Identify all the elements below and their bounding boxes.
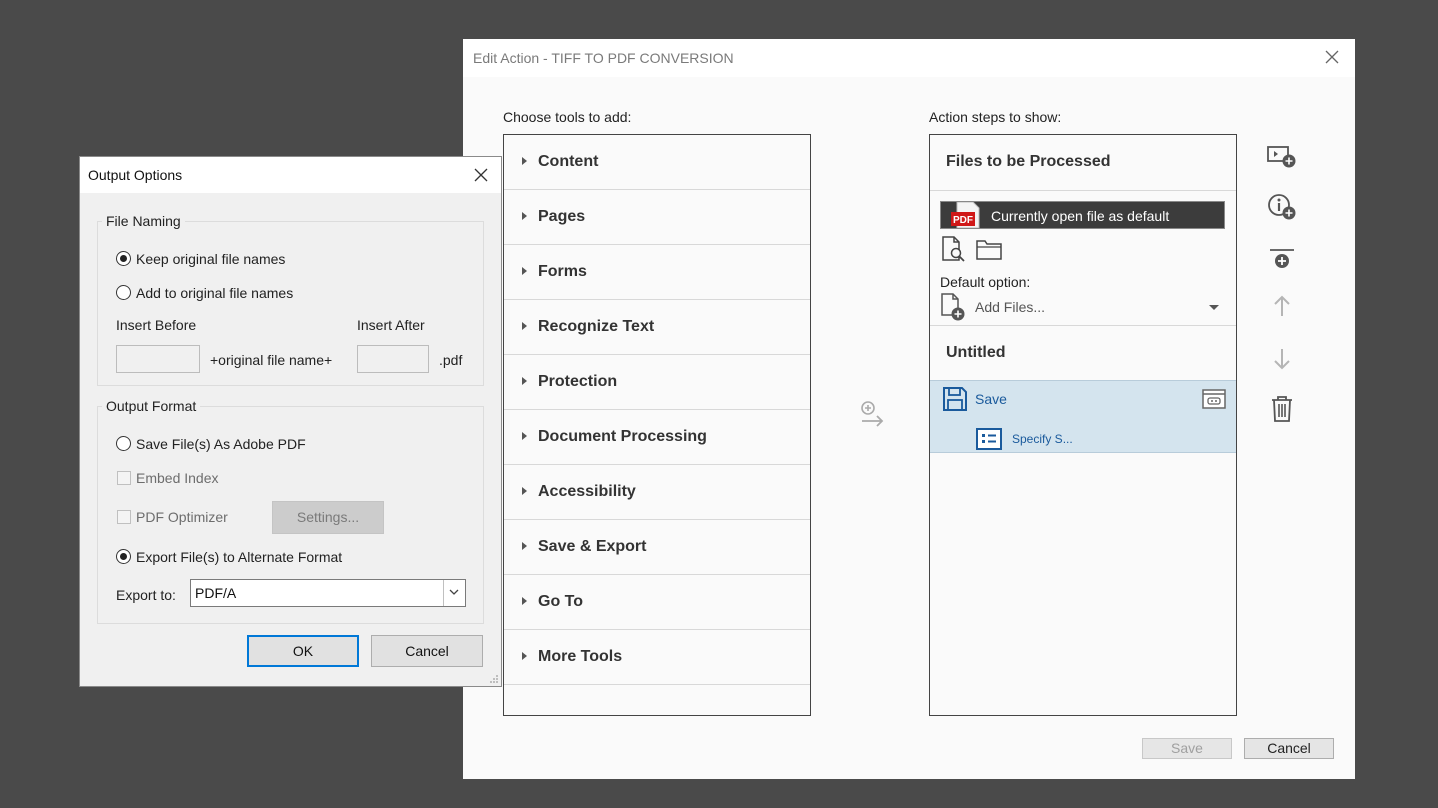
tool-category-accessibility[interactable]: Accessibility	[504, 465, 810, 520]
tool-category-forms[interactable]: Forms	[504, 245, 810, 300]
insert-menu-item-icon[interactable]	[1265, 139, 1299, 173]
export-to-value: PDF/A	[195, 585, 237, 601]
divider	[930, 190, 1236, 191]
tool-category-go-to[interactable]: Go To	[504, 575, 810, 630]
save-step-label: Save	[975, 391, 1007, 407]
default-option-label: Default option:	[940, 274, 1031, 290]
move-down-arrow-icon[interactable]	[1265, 341, 1299, 375]
embed-index-checkbox[interactable]	[117, 471, 131, 485]
add-files-dropdown[interactable]: Add Files...	[940, 293, 1225, 323]
add-to-original-label: Add to original file names	[136, 285, 294, 301]
current-file-step[interactable]: PDF Currently open file as default	[940, 201, 1225, 229]
chevron-down-icon	[449, 589, 459, 595]
pdf-optimizer-checkbox[interactable]	[117, 510, 131, 524]
insert-before-field[interactable]	[116, 345, 200, 373]
choose-tools-label: Choose tools to add:	[503, 109, 632, 125]
trash-icon[interactable]	[1265, 392, 1299, 426]
cancel-button[interactable]: Cancel	[371, 635, 483, 667]
original-file-name-text: +original file name+	[210, 352, 333, 368]
insert-after-field[interactable]	[357, 345, 429, 373]
tools-list: Content Pages Forms Recognize Text Prote…	[503, 134, 811, 716]
output-format-legend: Output Format	[106, 398, 197, 414]
insert-before-label: Insert Before	[116, 317, 197, 333]
move-up-arrow-icon[interactable]	[1265, 290, 1299, 324]
pdf-badge-text: PDF	[953, 215, 973, 226]
close-icon[interactable]	[1323, 48, 1341, 66]
output-options-titlebar: Output Options	[80, 157, 501, 193]
tool-category-document-processing[interactable]: Document Processing	[504, 410, 810, 465]
keep-original-radio[interactable]	[116, 251, 131, 266]
expand-triangle-icon	[522, 377, 527, 385]
chevron-down-icon	[1209, 305, 1219, 310]
add-files-label: Add Files...	[975, 299, 1046, 315]
tool-category-content[interactable]: Content	[504, 135, 810, 190]
tool-category-more-tools[interactable]: More Tools	[504, 630, 810, 685]
edit-action-titlebar: Edit Action - TIFF TO PDF CONVERSION	[463, 39, 1355, 77]
cancel-button[interactable]: Cancel	[1244, 738, 1334, 759]
extension-text: .pdf	[439, 352, 463, 368]
export-alternate-label: Export File(s) to Alternate Format	[136, 549, 343, 565]
insert-after-label: Insert After	[357, 317, 425, 333]
add-file-icon	[941, 293, 965, 321]
expand-triangle-icon	[522, 597, 527, 605]
action-steps-label: Action steps to show:	[929, 109, 1062, 125]
pdf-file-icon: PDF	[951, 202, 980, 228]
tool-category-pages[interactable]: Pages	[504, 190, 810, 245]
export-alternate-radio[interactable]	[116, 549, 131, 564]
action-steps-list: Files to be Processed PDF Currently open…	[929, 134, 1237, 716]
current-file-label: Currently open file as default	[991, 208, 1170, 224]
expand-triangle-icon	[522, 487, 527, 495]
save-floppy-icon	[943, 387, 967, 411]
tool-category-save-export[interactable]: Save & Export	[504, 520, 810, 575]
file-naming-legend: File Naming	[106, 213, 181, 229]
step-options-icon[interactable]	[1202, 389, 1226, 409]
settings-button[interactable]: Settings...	[272, 501, 384, 534]
specify-step-label: Specify S...	[1012, 432, 1073, 446]
save-button[interactable]: Save	[1142, 738, 1232, 759]
dropdown-button[interactable]	[443, 580, 465, 606]
expand-triangle-icon	[522, 322, 527, 330]
expand-triangle-icon	[522, 157, 527, 165]
specify-settings-icon	[976, 428, 1002, 450]
expand-triangle-icon	[522, 212, 527, 220]
expand-triangle-icon	[522, 542, 527, 550]
file-search-icon[interactable]	[940, 236, 966, 262]
tool-category-recognize-text[interactable]: Recognize Text	[504, 300, 810, 355]
insert-instruction-icon[interactable]	[1265, 190, 1299, 224]
folder-icon[interactable]	[976, 238, 1002, 260]
keep-original-label: Keep original file names	[136, 251, 286, 267]
divider	[930, 325, 1236, 326]
expand-triangle-icon	[522, 652, 527, 660]
expand-triangle-icon	[522, 267, 527, 275]
add-to-steps-arrow-icon[interactable]	[858, 399, 888, 429]
resize-grip-icon[interactable]	[489, 674, 499, 684]
embed-index-label: Embed Index	[136, 470, 219, 486]
output-options-dialog: Output Options File Naming Keep original…	[79, 156, 502, 687]
save-step[interactable]: Save Specify S...	[930, 380, 1236, 453]
expand-triangle-icon	[522, 432, 527, 440]
edit-action-dialog: Edit Action - TIFF TO PDF CONVERSION Cho…	[463, 39, 1355, 779]
export-to-label: Export to:	[116, 587, 176, 603]
save-as-pdf-radio[interactable]	[116, 436, 131, 451]
files-to-be-processed-header: Files to be Processed	[946, 153, 1111, 170]
edit-action-title: Edit Action - TIFF TO PDF CONVERSION	[473, 50, 734, 66]
save-as-pdf-label: Save File(s) As Adobe PDF	[136, 436, 306, 452]
close-icon[interactable]	[473, 167, 489, 183]
tool-category-protection[interactable]: Protection	[504, 355, 810, 410]
add-panel-separator-icon[interactable]	[1265, 244, 1299, 278]
ok-button[interactable]: OK	[247, 635, 359, 667]
pdf-optimizer-label: PDF Optimizer	[136, 509, 228, 525]
output-options-title: Output Options	[88, 167, 183, 183]
export-to-select[interactable]: PDF/A	[190, 579, 466, 607]
untitled-header: Untitled	[946, 344, 1006, 361]
add-to-original-radio[interactable]	[116, 285, 131, 300]
